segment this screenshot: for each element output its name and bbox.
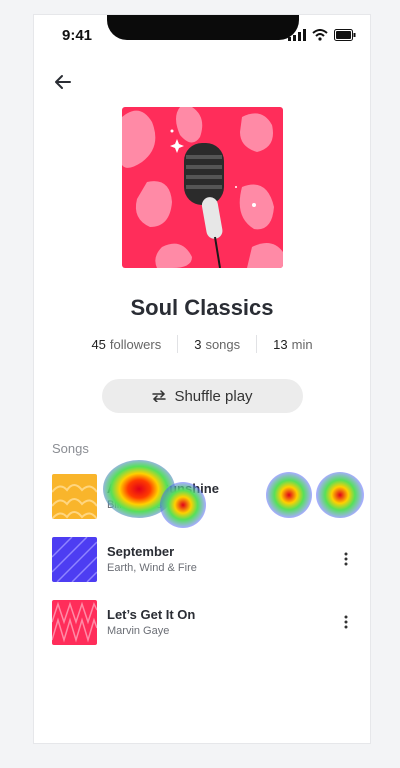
more-options-button[interactable] — [336, 549, 356, 569]
back-button[interactable] — [52, 71, 74, 93]
shuffle-icon — [152, 390, 167, 402]
status-time: 9:41 — [62, 27, 93, 44]
stat-songs: 3 songs — [178, 337, 256, 352]
shuffle-play-label: Shuffle play — [174, 387, 253, 405]
more-options-button[interactable] — [336, 612, 356, 632]
song-title: September — [107, 544, 175, 559]
song-text: Ain’t No Sunshine Bill Withers — [107, 481, 356, 511]
stat-followers-value: 45 — [91, 336, 106, 352]
phone-screen: 9:41 Soul Classics 45 followers 3 songs … — [33, 14, 371, 744]
songs-section-label: Songs — [52, 441, 89, 456]
stat-duration-value: 13 — [273, 336, 288, 352]
song-artist: Earth, Wind & Fire — [107, 562, 197, 574]
song-artist: Marvin Gaye — [107, 625, 170, 637]
song-title: Ain’t No Sunshine — [107, 481, 219, 496]
signal-icon — [288, 29, 306, 41]
more-vertical-icon — [344, 552, 348, 566]
list-item[interactable]: Let’s Get It On Marvin Gaye — [52, 599, 356, 645]
status-icons — [288, 29, 356, 41]
playlist-stats: 45 followers 3 songs 13 min — [34, 335, 370, 353]
song-thumbnail — [52, 473, 97, 519]
status-bar: 9:41 — [34, 15, 370, 55]
stat-followers: 45 followers — [75, 337, 177, 352]
shuffle-play-button[interactable]: Shuffle play — [102, 379, 303, 413]
stat-duration-label: min — [291, 336, 313, 352]
wifi-icon — [312, 29, 328, 41]
song-thumbnail — [52, 599, 97, 645]
playlist-cover — [122, 107, 283, 268]
stat-duration: 13 min — [257, 337, 328, 352]
list-item[interactable]: Ain’t No Sunshine Bill Withers — [52, 473, 356, 519]
song-title: Let’s Get It On — [107, 607, 196, 622]
battery-icon — [334, 29, 356, 41]
playlist-title: Soul Classics — [130, 295, 274, 320]
song-text: September Earth, Wind & Fire — [107, 544, 336, 574]
arrow-left-icon — [55, 75, 71, 89]
stat-songs-value: 3 — [194, 336, 202, 352]
song-thumbnail — [52, 536, 97, 582]
more-vertical-icon — [344, 615, 348, 629]
song-artist: Bill Withers — [107, 499, 163, 511]
stat-followers-label: followers — [109, 336, 162, 352]
song-text: Let’s Get It On Marvin Gaye — [107, 607, 336, 637]
notch — [107, 15, 299, 40]
stat-songs-label: songs — [205, 336, 241, 352]
list-item[interactable]: September Earth, Wind & Fire — [52, 536, 356, 582]
